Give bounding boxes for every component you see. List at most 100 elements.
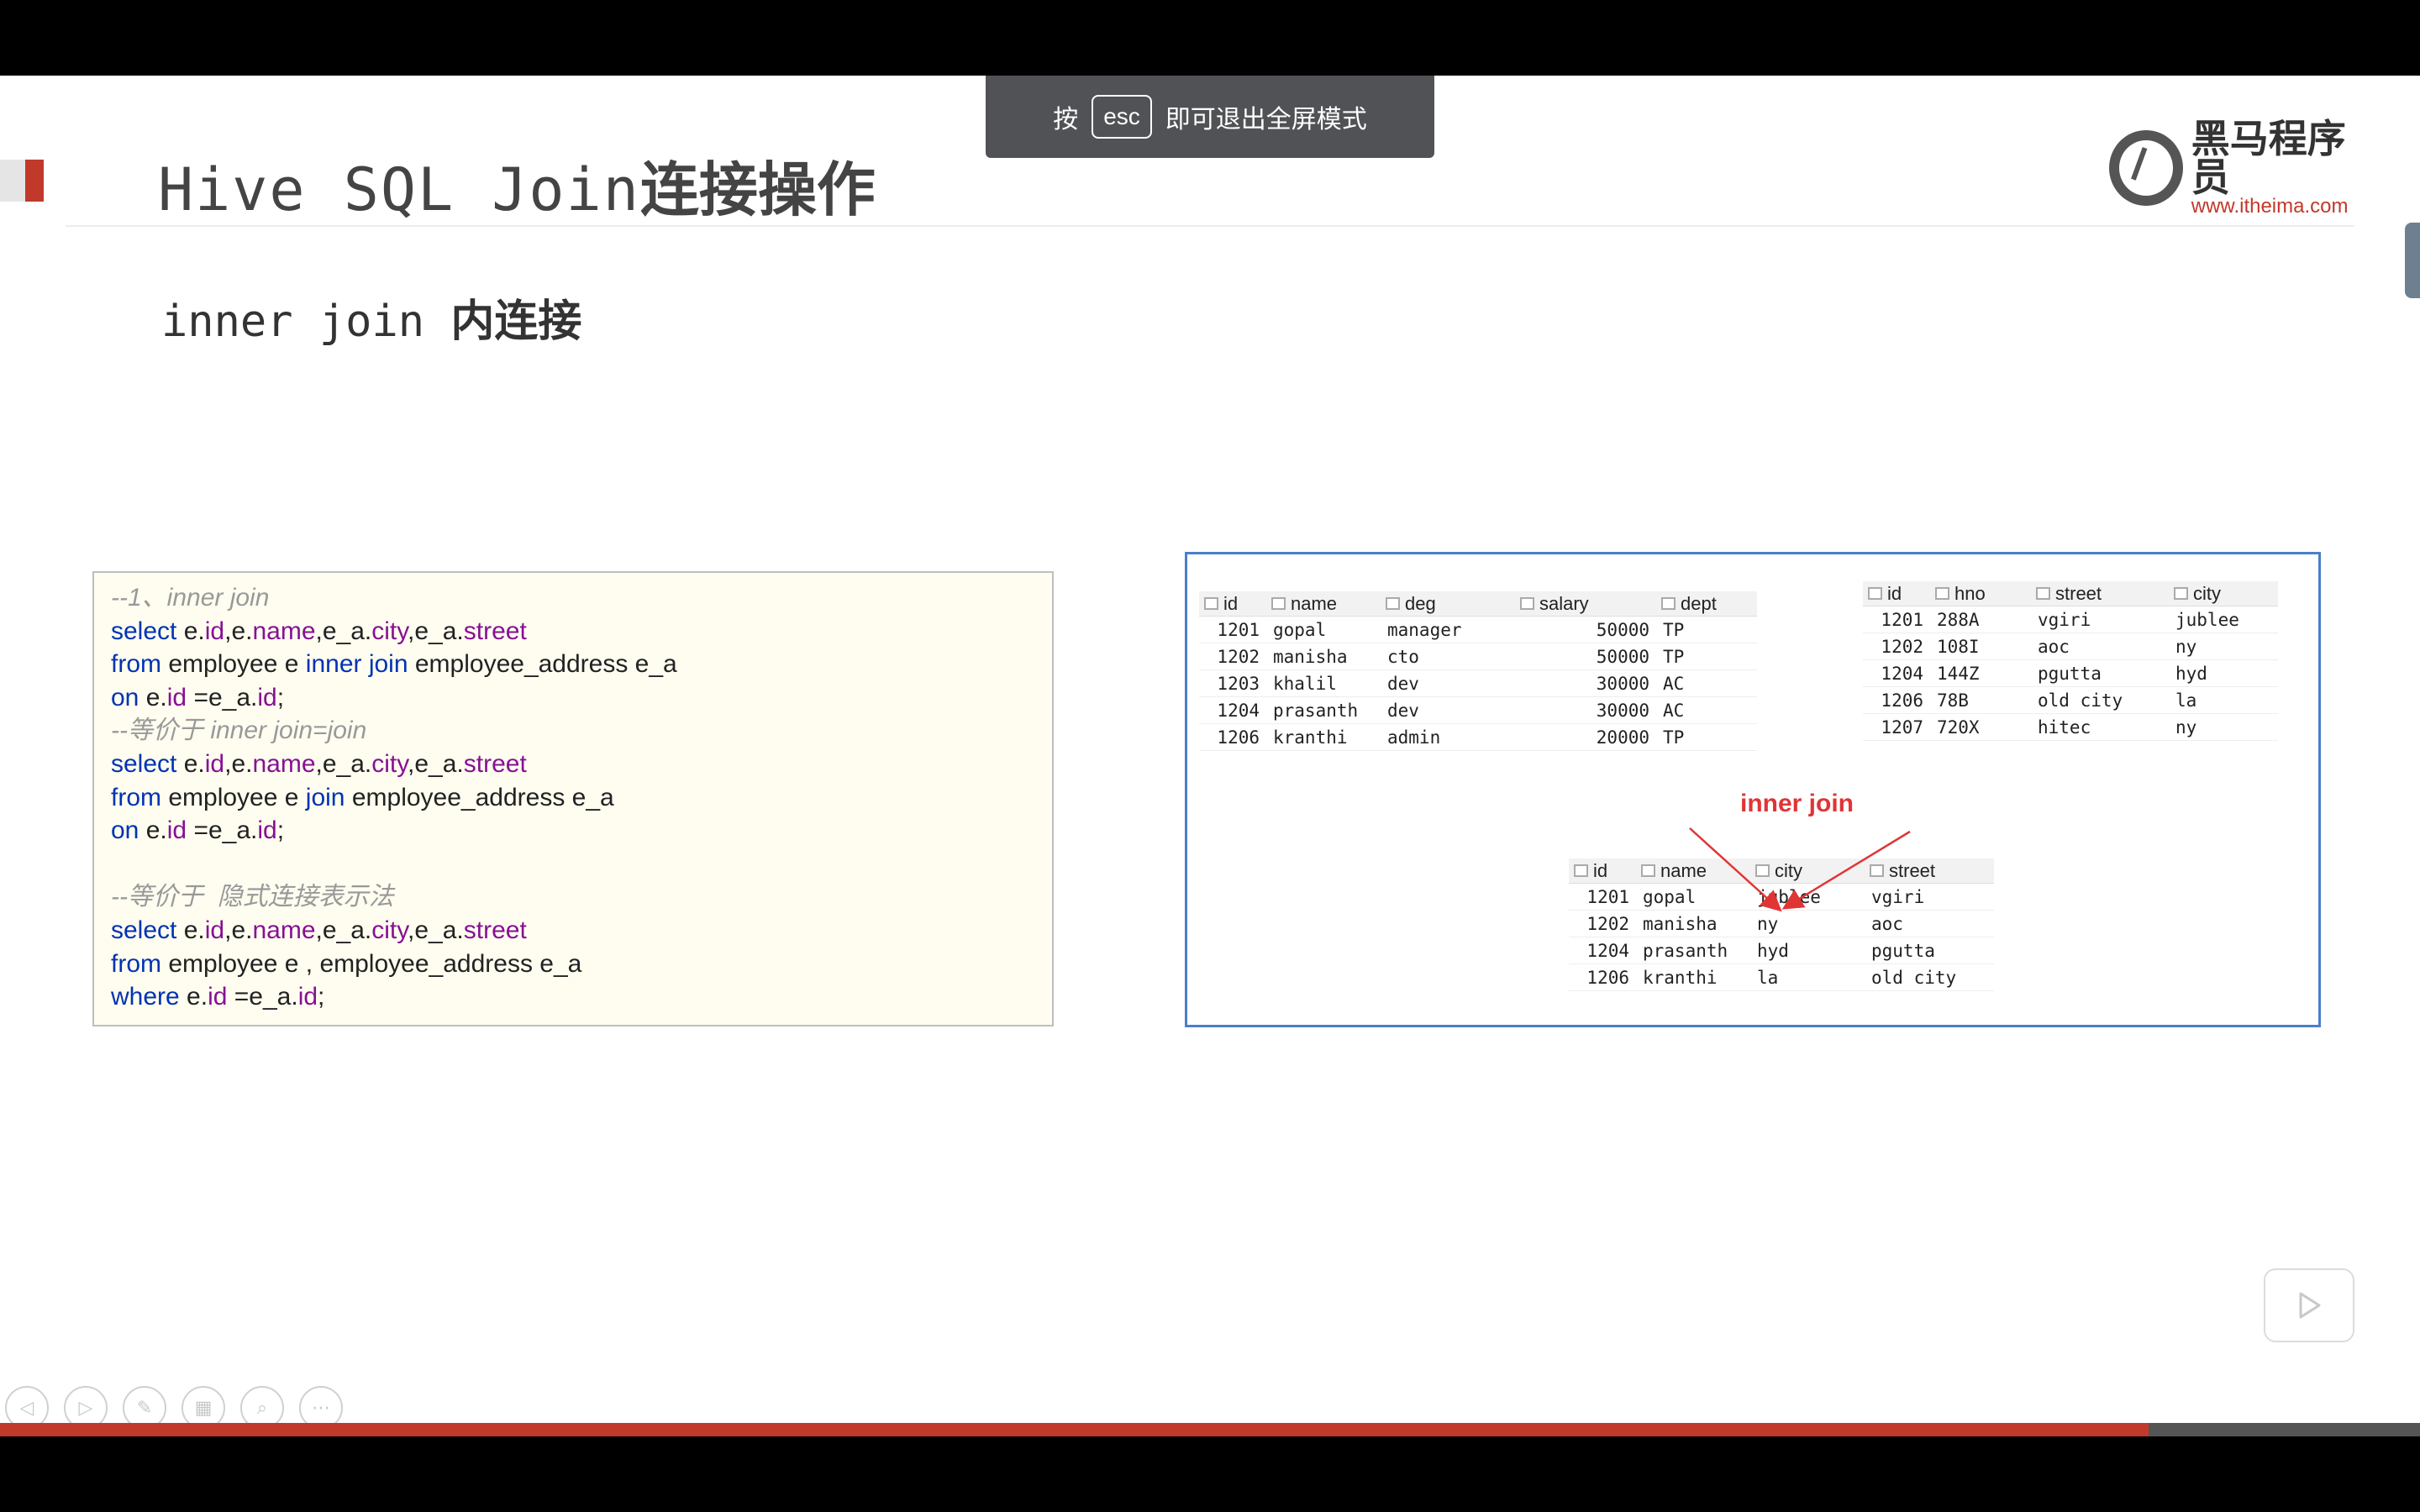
code-token: name [252,916,316,944]
code-token: ,e_a. [408,617,464,645]
code-token: on [111,683,146,711]
join-diagram: id name deg salary dept 1201 gopal manager 50000… [1185,552,2321,1027]
code-token: ; [318,983,325,1011]
code-token: id [257,816,277,845]
join-arrows [1689,827,1911,912]
code-token: id [297,983,318,1011]
code-token: ; [276,683,285,711]
code-token: inner join [305,650,415,679]
code-token: ,e_a. [315,916,372,944]
code-token: e. [183,749,205,778]
section-subtitle: inner join 内连接 [161,286,581,349]
code-token: employee_address e_a [414,650,677,679]
code-token: name [252,617,316,645]
code-token: =e_a. [187,683,258,711]
top-black-bar [0,0,2420,76]
code-line: select e.id,e.name,e_a.city,e_a.street [111,615,1035,648]
brand-logo: 黑马程序员 www.itheima.com [2109,119,2378,217]
logo-horse-icon [2109,130,2183,206]
code-token: e. [183,916,205,944]
code-token: city [371,749,408,778]
code-token: city [371,617,408,645]
code-token: ,e_a. [315,749,372,778]
progress-fill [0,1423,2149,1436]
code-token: id [166,683,187,711]
code-token: ,e_a. [408,916,464,944]
code-token: city [371,916,408,944]
title-marker-gray [0,160,25,202]
code-token: employee e [168,783,306,811]
slide-title: Hive SQL Join连接操作 [158,143,876,228]
code-token: ; [276,816,285,845]
code-line: select e.id,e.name,e_a.city,e_a.street [111,748,1035,781]
code-token: employee e [168,650,306,679]
side-panel-handle[interactable] [2405,223,2420,298]
code-line: on e.id =e_a.id; [111,681,1035,715]
code-line: on e.id =e_a.id; [111,814,1035,848]
code-token: e. [183,617,205,645]
code-token: select [111,617,184,645]
code-line: --等价于 隐式连接表示法 [111,880,1035,914]
play-button[interactable] [2264,1268,2354,1342]
code-token: e. [145,816,167,845]
code-token: id [204,617,225,645]
logo-text: 黑马程序员 www.itheima.com [2191,119,2378,217]
code-token: from [111,650,169,679]
code-token: select [111,916,184,944]
code-token: street [463,916,527,944]
sql-code-block: --1、inner join select e.id,e.name,e_a.cit… [92,571,1054,1026]
code-token: name [252,749,316,778]
code-token: employee_address e_a [351,783,614,811]
code-token: id [204,749,225,778]
code-token: e. [145,683,167,711]
right-arrow [1781,830,1911,910]
code-token: where [111,983,187,1011]
toast-prefix: 按 [1053,105,1079,134]
fullscreen-exit-toast: 按 esc 即可退出全屏模式 [986,76,1434,158]
code-token: =e_a. [227,983,298,1011]
code-token: ,e. [224,916,253,944]
code-token: id [204,916,225,944]
left-arrow [1689,827,1782,912]
code-line: select e.id,e.name,e_a.city,e_a.street [111,914,1035,948]
slide-title-en: Hive SQL Join [158,155,640,224]
slide-title-cn: 连接操作 [639,155,876,224]
code-token: on [111,816,146,845]
code-token: ,e. [224,749,253,778]
presentation-slide: Hive SQL Join连接操作 黑马程序员 www.itheima.com … [0,76,2420,1436]
code-line: where e.id =e_a.id; [111,980,1035,1014]
toast-message: 即可退出全屏模式 [1165,105,1367,134]
bottom-black-bar [0,1436,2420,1512]
code-token: ,e_a. [315,617,372,645]
code-line: --等价于 inner join=join [111,714,1035,748]
code-token: --等价于 隐式连接表示法 [111,883,394,911]
code-token: ,e. [224,617,253,645]
code-line: --1、inner join [111,581,1035,615]
code-token: from [111,949,169,978]
code-token: ,e_a. [408,749,464,778]
code-token: employee e , employee_address e_a [168,949,582,978]
code-token: street [463,749,527,778]
code-line: from employee e join employee_address e_… [111,781,1035,815]
logo-url: www.itheima.com [2191,195,2349,218]
code-token: select [111,749,184,778]
play-icon [2299,1292,2321,1319]
logo-name: 黑马程序员 [2191,116,2346,200]
code-token: e. [187,983,208,1011]
code-token: =e_a. [187,816,258,845]
code-token: --1、inner join [111,584,270,612]
code-token: --等价于 inner join=join [111,717,367,745]
code-token: join [305,783,352,811]
code-token: street [463,617,527,645]
title-marker-red [25,160,44,202]
subtitle-en: inner join [161,297,451,347]
code-token: from [111,783,169,811]
code-line: from employee e , employee_address e_a [111,948,1035,981]
esc-key-badge: esc [1092,95,1152,139]
code-token: id [166,816,187,845]
title-divider [66,225,2354,227]
subtitle-cn: 内连接 [450,297,582,347]
code-token: id [257,683,277,711]
code-token: id [208,983,228,1011]
